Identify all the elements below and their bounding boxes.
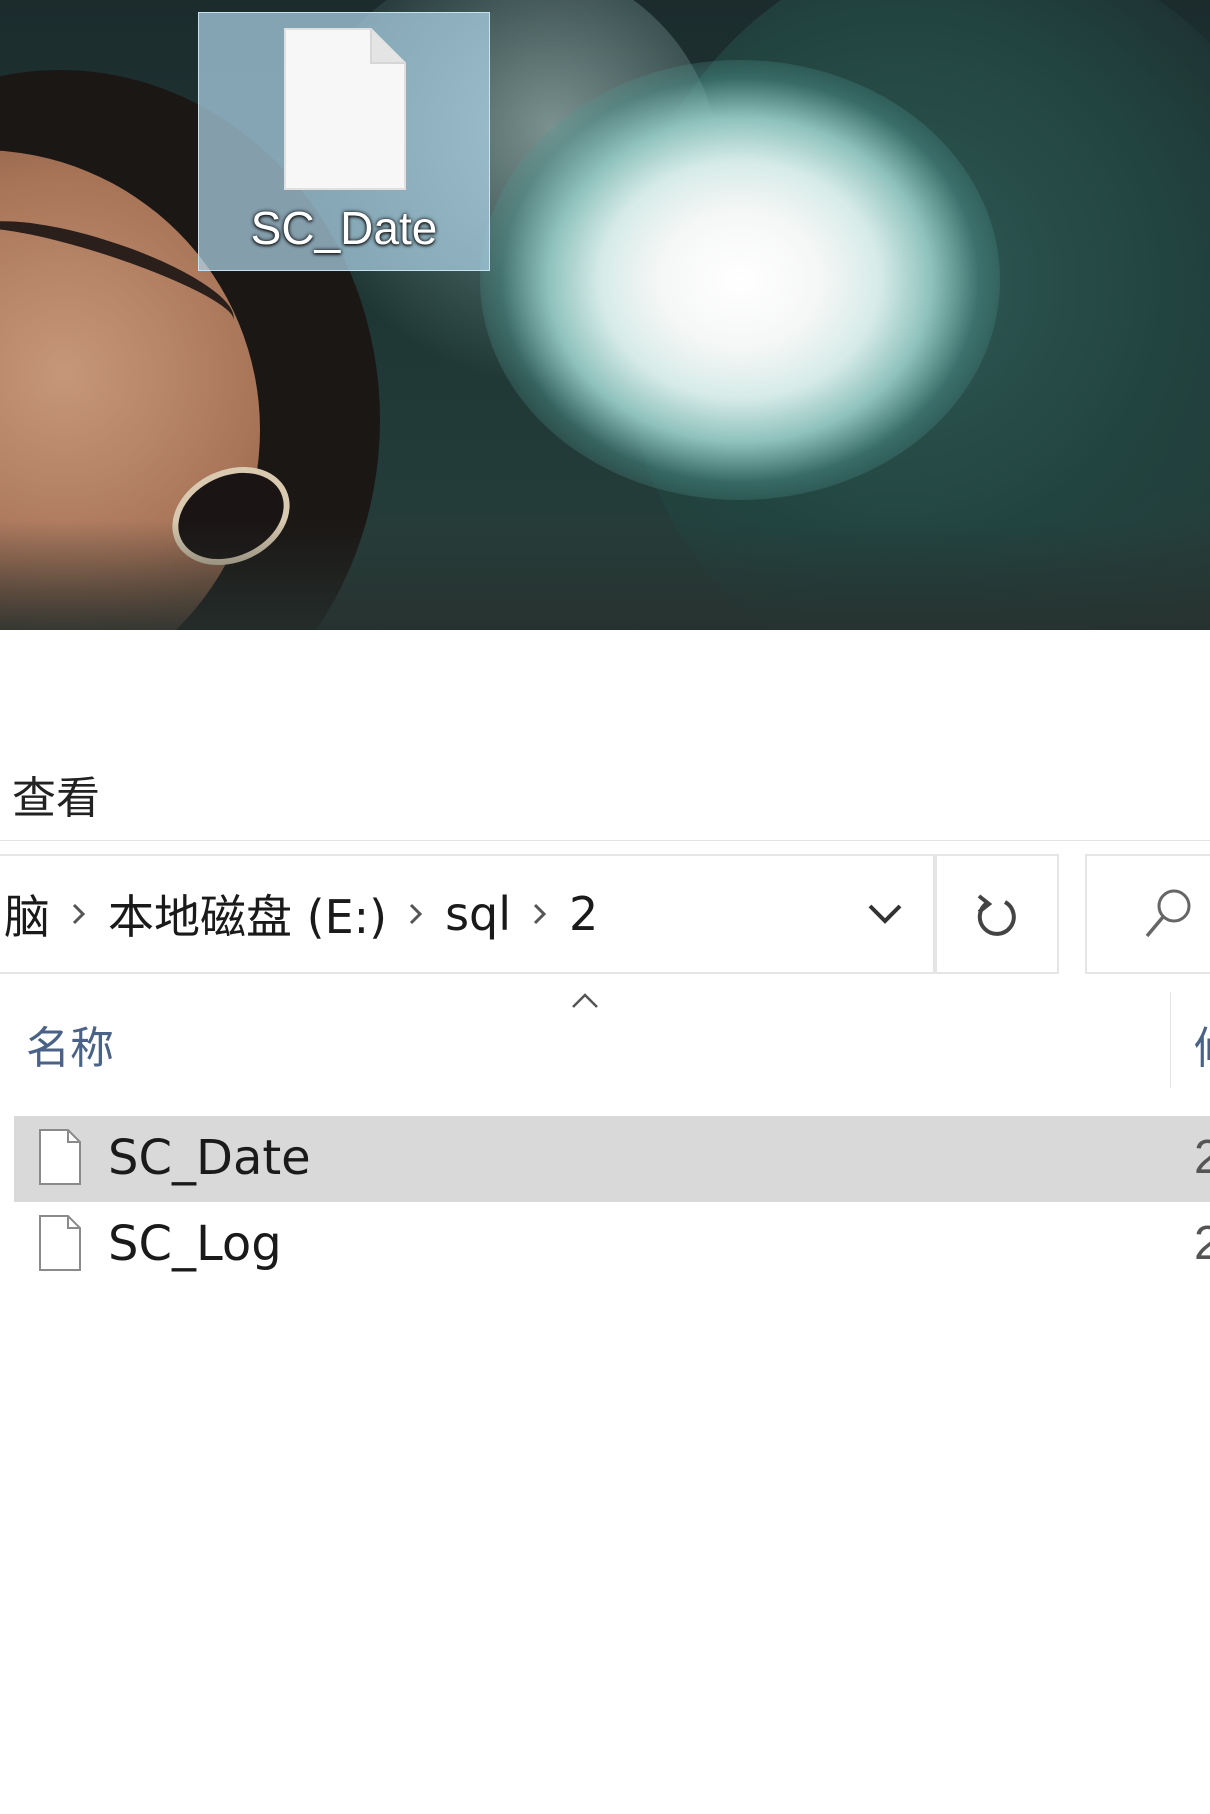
chevron-right-icon[interactable] (64, 856, 94, 972)
refresh-button[interactable] (935, 854, 1059, 974)
wallpaper-light-glow (480, 60, 1000, 500)
address-history-dropdown[interactable] (835, 856, 935, 972)
desktop-icon-label: SC_Date (250, 202, 438, 254)
column-header-name[interactable]: 名称 (26, 1012, 114, 1076)
wallpaper-bottom-shade (0, 520, 1210, 630)
desktop: SC_Date (0, 0, 1210, 630)
breadcrumb-2[interactable]: 2 (565, 887, 602, 941)
file-icon (39, 1215, 81, 1271)
breadcrumb: 脑 本地磁盘 (E:) sql 2 (0, 856, 602, 972)
breadcrumb-sql[interactable]: sql (441, 887, 515, 941)
file-row-sc-date[interactable]: SC_Date 2 (14, 1116, 1210, 1202)
file-name: SC_Date (108, 1130, 311, 1186)
search-box[interactable] (1085, 854, 1210, 974)
breadcrumb-this-pc[interactable]: 脑 (0, 881, 54, 947)
file-icon (39, 1129, 81, 1185)
breadcrumb-local-disk-e[interactable]: 本地磁盘 (E:) (104, 881, 391, 947)
file-explorer-window: 查看 脑 本地磁盘 (E:) sql 2 名称 SC_Date 2 SC_Log… (0, 630, 1210, 1814)
column-resize-handle[interactable] (1170, 992, 1171, 1088)
address-bar[interactable]: 脑 本地磁盘 (E:) sql 2 (0, 854, 935, 974)
chevron-down-icon (868, 904, 902, 924)
ribbon-tab-view[interactable]: 查看 (12, 762, 100, 826)
ribbon-divider (0, 840, 1210, 841)
file-icon (284, 28, 406, 190)
file-date-modified: 2 (1194, 1217, 1210, 1270)
file-row-sc-log[interactable]: SC_Log 2 (14, 1202, 1210, 1288)
chevron-right-icon[interactable] (525, 856, 555, 972)
search-icon (1145, 889, 1191, 938)
refresh-icon (977, 894, 1016, 936)
desktop-icon-sc-date[interactable]: SC_Date (198, 12, 490, 271)
file-date-modified: 2 (1194, 1131, 1210, 1184)
file-name: SC_Log (108, 1216, 282, 1272)
column-header: 名称 修 (0, 990, 1210, 1090)
sort-ascending-caret-icon (572, 993, 598, 1008)
column-header-date-modified[interactable]: 修 (1194, 1012, 1210, 1076)
chevron-right-icon[interactable] (401, 856, 431, 972)
